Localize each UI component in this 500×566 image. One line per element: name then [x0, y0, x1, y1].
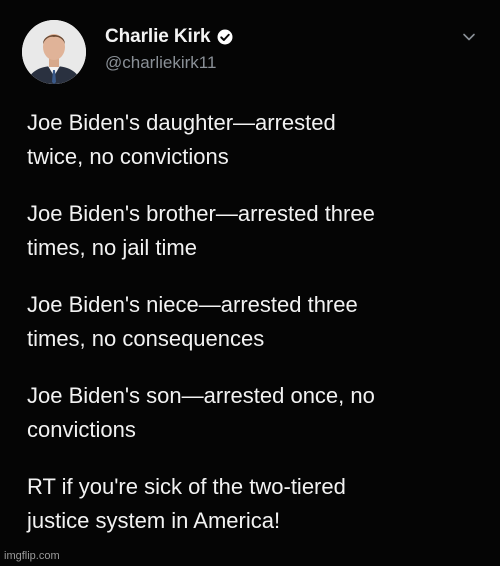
author-handle[interactable]: @charliekirk11	[105, 53, 216, 73]
watermark: imgflip.com	[4, 550, 60, 562]
tweet-paragraph: Joe Biden's brother—arrested three times…	[27, 201, 375, 260]
tweet-paragraph: Joe Biden's son—arrested once, no convic…	[27, 383, 375, 442]
verified-badge-icon	[217, 29, 233, 45]
chevron-down-icon[interactable]	[462, 30, 476, 44]
tweet-card: Charlie Kirk @charliekirk11 Joe Biden's …	[0, 0, 500, 566]
avatar-image	[22, 20, 86, 84]
avatar[interactable]	[22, 20, 86, 84]
tweet-paragraph: RT if you're sick of the two-tiered just…	[27, 474, 346, 533]
tweet-paragraph: Joe Biden's daughter—arrested twice, no …	[27, 110, 336, 169]
tweet-header: Charlie Kirk @charliekirk11	[22, 20, 482, 84]
author-name[interactable]: Charlie Kirk	[105, 26, 211, 48]
tweet-text: Joe Biden's daughter—arrested twice, no …	[27, 106, 477, 538]
name-row: Charlie Kirk	[105, 26, 234, 48]
tweet-paragraph: Joe Biden's niece—arrested three times, …	[27, 292, 358, 351]
